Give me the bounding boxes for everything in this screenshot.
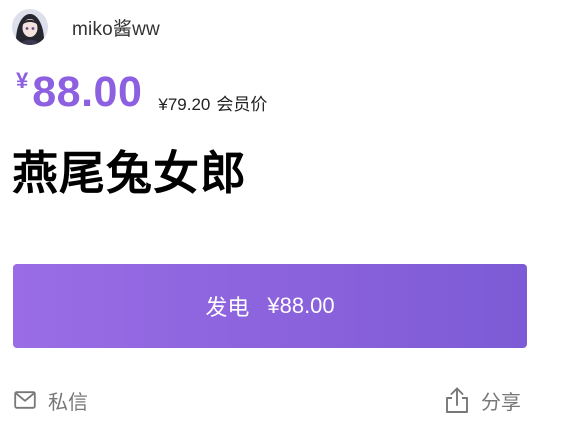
share-label: 分享 xyxy=(481,391,521,414)
member-price-value: ¥79.20 xyxy=(158,95,211,114)
author-row[interactable]: miko酱ww xyxy=(12,7,160,47)
message-label: 私信 xyxy=(48,391,88,414)
product-page: miko酱ww ¥ 88.00 ¥79.20 会员价 燕尾兔女郎 发电 ¥88.0… xyxy=(0,0,577,428)
author-name[interactable]: miko酱ww xyxy=(72,14,160,41)
share-icon xyxy=(445,386,469,414)
share-button[interactable]: 分享 xyxy=(445,386,521,414)
product-title: 燕尾兔女郎 xyxy=(12,147,247,199)
sponsor-button[interactable]: 发电 ¥88.00 xyxy=(13,264,527,348)
price-row: ¥ 88.00 ¥79.20 会员价 xyxy=(16,66,267,118)
currency-symbol: ¥ xyxy=(16,68,29,93)
price-amount: 88.00 xyxy=(32,68,143,116)
member-price: ¥79.20 会员价 xyxy=(158,90,267,115)
sponsor-button-label: 发电 xyxy=(205,295,250,320)
mail-icon xyxy=(14,391,36,409)
sponsor-button-price: ¥88.00 xyxy=(267,293,335,318)
author-avatar[interactable] xyxy=(12,9,48,45)
message-button[interactable]: 私信 xyxy=(14,386,88,414)
member-price-label: 会员价 xyxy=(216,95,268,114)
avatar-image xyxy=(12,9,48,45)
